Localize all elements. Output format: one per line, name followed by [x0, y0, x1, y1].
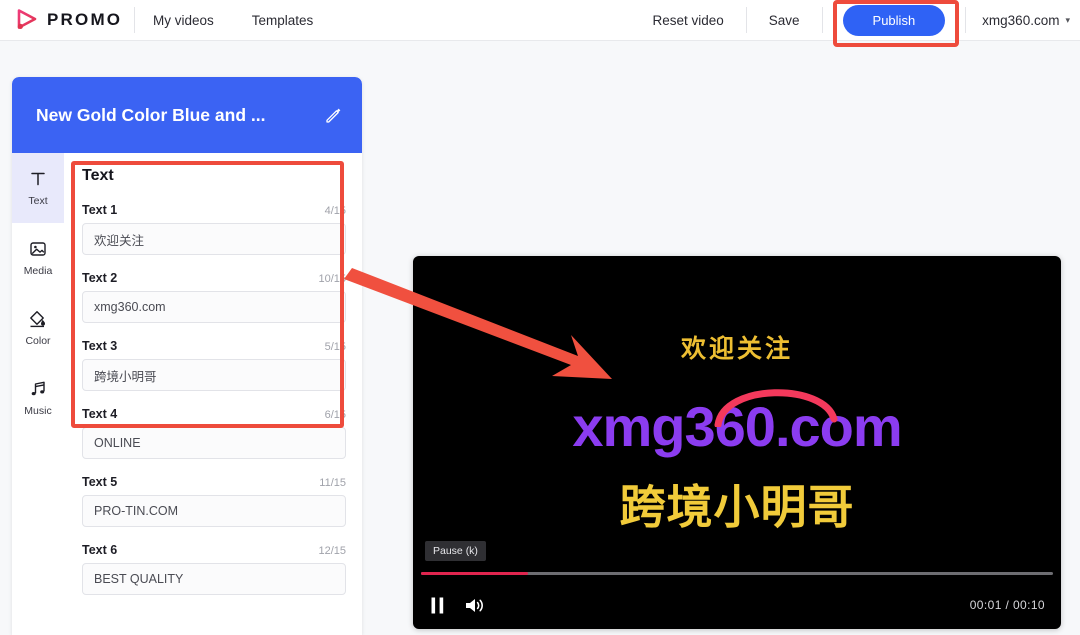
text-icon: [28, 169, 48, 189]
time-display: 00:01 / 00:10: [970, 598, 1045, 612]
text-field-2: Text 2 10/15: [82, 271, 346, 323]
reset-video-button[interactable]: Reset video: [630, 13, 745, 28]
text-field-6: Text 6 12/15: [82, 543, 346, 595]
text-input-4[interactable]: [82, 427, 346, 459]
video-text-line-2-label: xmg360.com: [572, 395, 901, 458]
nav-item-my-videos[interactable]: My videos: [153, 13, 214, 28]
video-text-line-1: 欢迎关注: [413, 329, 1061, 365]
field-label: Text 2: [82, 271, 117, 285]
field-char-count: 12/15: [318, 545, 346, 557]
header-actions: Reset video Save Publish xmg360.com ▾: [630, 0, 1080, 41]
sidebar-item-color-label: Color: [25, 335, 50, 347]
account-name: xmg360.com: [982, 13, 1059, 28]
field-header: Text 2 10/15: [82, 271, 346, 285]
field-header: Text 6 12/15: [82, 543, 346, 557]
sidebar-item-color[interactable]: Color: [12, 293, 64, 363]
text-input-5[interactable]: [82, 495, 346, 527]
project-title: New Gold Color Blue and ...: [36, 105, 324, 126]
field-char-count: 10/15: [318, 273, 346, 285]
publish-button[interactable]: Publish: [843, 5, 946, 36]
field-char-count: 4/15: [325, 205, 346, 217]
field-char-count: 6/15: [325, 409, 346, 421]
nav-item-templates[interactable]: Templates: [252, 13, 314, 28]
save-button[interactable]: Save: [747, 13, 822, 28]
pause-icon[interactable]: [429, 596, 446, 615]
section-title: Text: [82, 167, 346, 185]
account-menu[interactable]: xmg360.com ▾: [966, 13, 1080, 28]
project-title-bar: New Gold Color Blue and ...: [12, 77, 362, 153]
music-note-icon: [28, 379, 48, 399]
text-input-6[interactable]: [82, 563, 346, 595]
video-text-line-3: 跨境小明哥: [413, 471, 1061, 537]
volume-on-icon[interactable]: [464, 596, 486, 615]
pause-tooltip: Pause (k): [425, 541, 486, 561]
paint-bucket-icon: [28, 309, 48, 329]
field-label: Text 1: [82, 203, 117, 217]
header-divider: [134, 7, 135, 33]
text-field-1: Text 1 4/15: [82, 203, 346, 255]
tool-sidebar: Text Media: [12, 153, 64, 635]
field-char-count: 5/15: [325, 341, 346, 353]
progress-bar[interactable]: [421, 572, 1053, 575]
text-field-4: Text 4 6/15: [82, 407, 346, 459]
pencil-icon[interactable]: [324, 105, 344, 125]
progress-fill: [421, 572, 528, 575]
sidebar-item-music-label: Music: [24, 405, 51, 417]
promo-play-logo-icon: [14, 7, 40, 33]
text-input-2[interactable]: [82, 291, 346, 323]
field-label: Text 4: [82, 407, 117, 421]
field-header: Text 1 4/15: [82, 203, 346, 217]
text-field-3: Text 3 5/15: [82, 339, 346, 391]
video-text-line-2: xmg360.com: [572, 399, 901, 455]
text-field-5: Text 5 11/15: [82, 475, 346, 527]
sidebar-item-music[interactable]: Music: [12, 363, 64, 433]
promo-video-editor: PROMO My videos Templates Reset video Sa…: [0, 0, 1080, 635]
brand[interactable]: PROMO: [0, 7, 116, 33]
brand-name: PROMO: [47, 10, 122, 30]
main-nav: My videos Templates: [153, 13, 313, 28]
field-label: Text 3: [82, 339, 117, 353]
sidebar-item-media-label: Media: [24, 265, 53, 277]
sidebar-item-text[interactable]: Text: [12, 153, 64, 223]
publish-wrap: Publish: [823, 5, 966, 36]
field-label: Text 5: [82, 475, 117, 489]
text-input-1[interactable]: [82, 223, 346, 255]
field-header: Text 5 11/15: [82, 475, 346, 489]
field-header: Text 3 5/15: [82, 339, 346, 353]
sidebar-item-media[interactable]: Media: [12, 223, 64, 293]
video-preview[interactable]: 欢迎关注 xmg360.com 跨境小明哥 Pause (k): [413, 256, 1061, 629]
text-input-3[interactable]: [82, 359, 346, 391]
chevron-down-icon: ▾: [1065, 15, 1070, 26]
text-fields-list: Text Text 1 4/15 Text 2 10/15: [64, 153, 362, 635]
image-icon: [28, 239, 48, 259]
panel-body: Text Media: [12, 153, 362, 635]
field-label: Text 6: [82, 543, 117, 557]
sidebar-item-text-label: Text: [28, 195, 47, 207]
field-char-count: 11/15: [319, 477, 346, 489]
field-header: Text 4 6/15: [82, 407, 346, 421]
editor-panel: New Gold Color Blue and ... Text: [12, 77, 362, 635]
top-header: PROMO My videos Templates Reset video Sa…: [0, 0, 1080, 41]
player-controls: 00:01 / 00:10: [413, 581, 1061, 629]
video-text-line-2-wrap: xmg360.com: [413, 399, 1061, 455]
